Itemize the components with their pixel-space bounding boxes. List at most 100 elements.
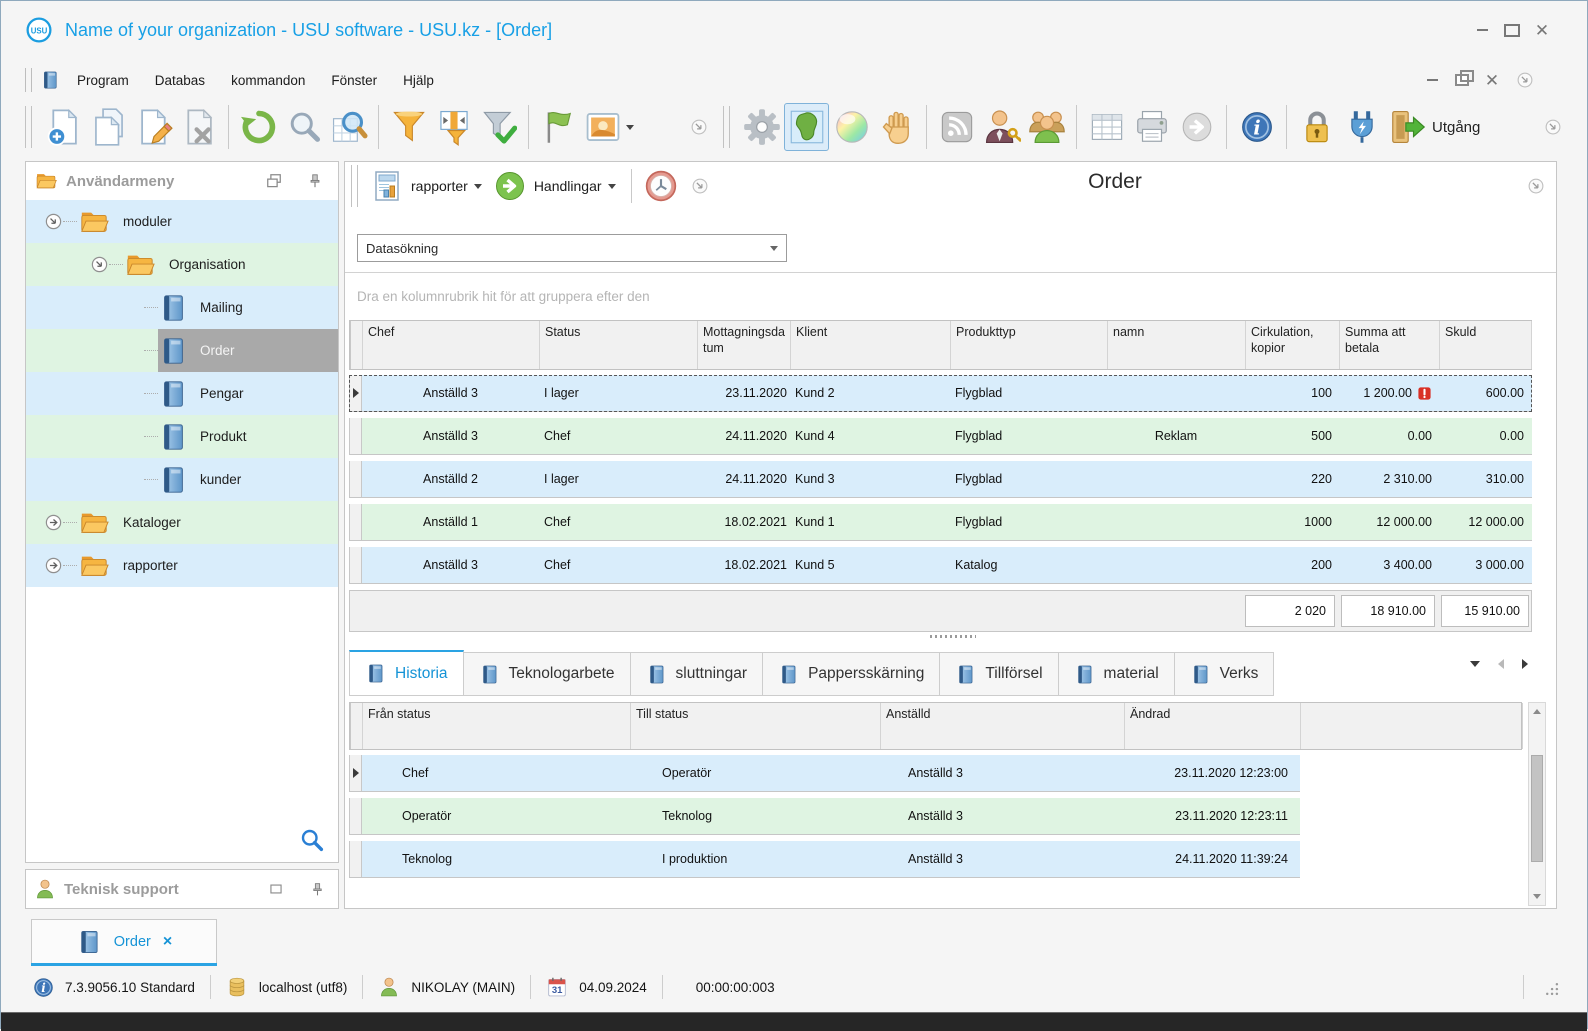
filter-button[interactable] — [386, 103, 431, 151]
menu-program[interactable]: Program — [64, 67, 142, 94]
flag-button[interactable] — [536, 103, 581, 151]
column-header-anstalld[interactable]: Anställd — [881, 703, 1125, 749]
column-header-mottagningsdatum[interactable]: Mottagningsdatum — [698, 321, 791, 369]
tab-teknologarbete[interactable]: Teknologarbete — [463, 652, 631, 696]
column-header-andrad[interactable]: Ändrad — [1125, 703, 1301, 749]
print-button[interactable] — [1129, 103, 1174, 151]
scrollbar-down-button[interactable] — [1529, 888, 1545, 905]
history-row[interactable]: Operatör Teknolog Anställd 3 23.11.2020 … — [349, 798, 1300, 835]
order-row[interactable]: Anställd 2 I lager 24.11.2020 Kund 3 Fly… — [349, 461, 1532, 498]
menu-hjalp[interactable]: Hjälp — [390, 67, 447, 94]
column-header-chef[interactable]: Chef — [363, 321, 540, 369]
actions-dropdown[interactable]: Handlingar — [486, 170, 624, 202]
tab-list-dropdown-icon[interactable] — [1470, 661, 1480, 667]
mdi-minimize-button[interactable] — [1417, 69, 1447, 91]
menu-fonster[interactable]: Fönster — [318, 67, 390, 94]
column-header-produkttyp[interactable]: Produkttyp — [951, 321, 1108, 369]
tab-verks[interactable]: Verks — [1174, 652, 1275, 696]
tree-item-order[interactable]: Order — [26, 329, 338, 372]
sidebar-pin-icon[interactable] — [306, 172, 324, 190]
image-button[interactable] — [581, 103, 637, 151]
support-box-icon[interactable] — [267, 880, 285, 898]
tree-item-kataloger[interactable]: Kataloger — [26, 501, 338, 544]
column-header-skuld[interactable]: Skuld — [1440, 321, 1532, 369]
tree-search-icon[interactable] — [300, 828, 324, 852]
scrollbar-thumb[interactable] — [1531, 755, 1543, 862]
expander-open-icon[interactable] — [44, 212, 63, 231]
filter-apply-button[interactable] — [476, 103, 521, 151]
hand-button[interactable] — [874, 103, 919, 151]
order-row[interactable]: Anställd 3 I lager 23.11.2020 Kund 2 Fly… — [349, 375, 1532, 412]
scrollbar-up-button[interactable] — [1529, 703, 1545, 720]
column-header-till-status[interactable]: Till status — [631, 703, 881, 749]
panel-toolbar-chevron-icon[interactable] — [690, 176, 710, 196]
lock-button[interactable] — [1294, 103, 1339, 151]
group-by-dropzone[interactable]: Dra en kolumnrubrik hit för att gruppera… — [345, 272, 1556, 319]
history-row[interactable]: Teknolog I produktion Anställd 3 24.11.2… — [349, 841, 1300, 878]
document-tab-close-icon[interactable]: × — [163, 933, 172, 951]
mdi-restore-button[interactable] — [1447, 69, 1477, 91]
exit-button[interactable]: Utgång — [1384, 103, 1484, 151]
window-maximize-button[interactable] — [1497, 19, 1527, 41]
support-panel[interactable]: Teknisk support — [25, 869, 339, 909]
info-button[interactable] — [1234, 103, 1279, 151]
column-header-fran-status[interactable]: Från status — [363, 703, 631, 749]
copy-record-button[interactable] — [86, 103, 131, 151]
column-header-klient[interactable]: Klient — [791, 321, 951, 369]
column-header-summa[interactable]: Summa att betala — [1340, 321, 1440, 369]
filter-by-column-button[interactable] — [431, 103, 476, 151]
tab-scroll-right-icon[interactable] — [1522, 659, 1528, 669]
users-button[interactable] — [1024, 103, 1069, 151]
support-pin-icon[interactable] — [309, 881, 326, 898]
tab-historia[interactable]: Historia — [349, 650, 464, 696]
tree-item-produkt[interactable]: Produkt — [26, 415, 338, 458]
tree-item-pengar[interactable]: Pengar — [26, 372, 338, 415]
tree-item-rapporter[interactable]: rapporter — [26, 544, 338, 587]
tree-item-mailing[interactable]: Mailing — [26, 286, 338, 329]
panel-toolbar-drag-handle[interactable] — [351, 165, 358, 207]
go-next-button[interactable] — [1174, 103, 1219, 151]
history-row[interactable]: Chef Operatör Anställd 3 23.11.2020 12:2… — [349, 755, 1300, 792]
timer-button[interactable] — [639, 166, 684, 206]
tree-item-moduler[interactable]: moduler — [26, 200, 338, 243]
toolbar-overflow-chevron-icon[interactable] — [689, 117, 709, 137]
tab-tillforsel[interactable]: Tillförsel — [940, 652, 1059, 696]
edit-record-button[interactable] — [131, 103, 176, 151]
history-scrollbar[interactable] — [1528, 702, 1546, 906]
window-menu-icon[interactable] — [40, 70, 60, 90]
tree-item-kunder[interactable]: kunder — [26, 458, 338, 501]
feed-button[interactable] — [934, 103, 979, 151]
connection-button[interactable] — [1339, 103, 1384, 151]
map-button[interactable] — [784, 103, 829, 151]
menubar-drag-handle[interactable] — [25, 68, 32, 92]
tab-pappersskarning[interactable]: Pappersskärning — [763, 652, 941, 696]
table-view-button[interactable] — [1084, 103, 1129, 151]
splitter-handle[interactable] — [930, 635, 976, 638]
column-header-status[interactable]: Status — [540, 321, 698, 369]
expander-open-icon[interactable] — [90, 255, 109, 274]
tab-sluttningar[interactable]: sluttningar — [630, 652, 764, 696]
tree-item-organisation[interactable]: Organisation — [26, 243, 338, 286]
expander-closed-icon[interactable] — [44, 513, 63, 532]
refresh-button[interactable] — [236, 103, 281, 151]
delete-record-button[interactable] — [176, 103, 221, 151]
menu-databas[interactable]: Databas — [142, 67, 218, 94]
data-search-combobox[interactable]: Datasökning — [357, 234, 787, 262]
order-row[interactable]: Anställd 1 Chef 18.02.2021 Kund 1 Flygbl… — [349, 504, 1532, 541]
mdi-overflow-chevron-icon[interactable] — [1515, 70, 1535, 90]
expander-closed-icon[interactable] — [44, 556, 63, 575]
sidebar-float-icon[interactable] — [264, 171, 284, 191]
panel-right-chevron-icon[interactable] — [1526, 176, 1546, 196]
column-header-namn[interactable]: namn — [1108, 321, 1246, 369]
window-minimize-button[interactable] — [1467, 19, 1497, 41]
toolbar-right-chevron-icon[interactable] — [1543, 117, 1563, 137]
tab-material[interactable]: material — [1058, 652, 1175, 696]
color-scheme-button[interactable] — [829, 103, 874, 151]
window-close-button[interactable]: ✕ — [1527, 19, 1557, 41]
search-button[interactable] — [281, 103, 326, 151]
order-row[interactable]: Anställd 3 Chef 18.02.2021 Kund 5 Katalo… — [349, 547, 1532, 584]
column-header-cirkulation[interactable]: Cirkulation, kopior — [1246, 321, 1340, 369]
user-access-button[interactable] — [979, 103, 1024, 151]
toolbar-drag-handle[interactable] — [25, 106, 32, 148]
mdi-close-button[interactable]: ✕ — [1477, 69, 1507, 91]
